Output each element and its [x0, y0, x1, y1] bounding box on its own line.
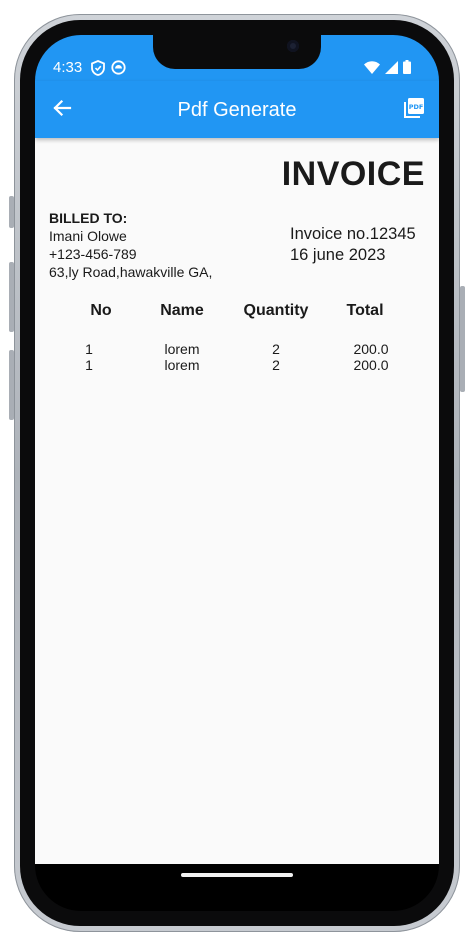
table-row: 1 lorem 2 200.0 [35, 341, 439, 357]
header-quantity: Quantity [243, 302, 309, 319]
app-bar: Pdf Generate PDF [35, 81, 439, 138]
invoice-number: Invoice no.12345 [290, 225, 416, 243]
header-name: Name [160, 302, 204, 319]
pdf-icon: PDF [403, 97, 425, 124]
cell-signal-icon [385, 60, 398, 79]
battery-icon [403, 60, 411, 79]
row-no: 1 [85, 341, 93, 357]
status-time: 4:33 [53, 59, 83, 76]
status-left-icons [91, 60, 126, 81]
items-table: No Name Quantity Total 1 lorem 2 200.0 1… [35, 301, 439, 373]
row-name: lorem [164, 357, 200, 373]
row-quantity: 2 [272, 357, 280, 373]
customer-phone: +123-456-789 [49, 246, 137, 262]
circle-app-icon [111, 60, 126, 81]
invoice-date: 16 june 2023 [290, 246, 386, 264]
table-header-row: No Name Quantity Total [35, 301, 439, 341]
front-camera [287, 40, 299, 52]
device-page: 4:33 Pdf Generate PDF INVOICE BILLED TO:… [0, 0, 474, 945]
status-right-icons [364, 60, 411, 79]
row-no: 1 [85, 357, 93, 373]
invoice-preview: INVOICE BILLED TO: Imani Olowe +123-456-… [35, 138, 439, 864]
table-row: 1 lorem 2 200.0 [35, 357, 439, 373]
row-total: 200.0 [353, 357, 389, 373]
volume-down-button [9, 350, 14, 420]
customer-address: 63,ly Road,hawakville GA, [49, 264, 213, 280]
header-total: Total [346, 302, 384, 319]
volume-up-button [9, 262, 14, 332]
header-no: No [90, 302, 112, 319]
generate-pdf-button[interactable]: PDF [401, 97, 427, 123]
wifi-icon [364, 60, 380, 79]
shield-icon [91, 60, 105, 81]
customer-name: Imani Olowe [49, 228, 127, 244]
app-title: Pdf Generate [177, 99, 297, 121]
invoice-heading: INVOICE [281, 155, 425, 193]
invoice-meta: Invoice no.12345 16 june 2023 [290, 224, 416, 266]
camera-notch [153, 35, 321, 69]
billed-to-block: BILLED TO: Imani Olowe +123-456-789 63,l… [49, 209, 212, 281]
svg-text:PDF: PDF [409, 103, 424, 111]
row-quantity: 2 [272, 341, 280, 357]
billed-to-label: BILLED TO: [49, 210, 128, 226]
home-indicator[interactable] [181, 873, 293, 877]
screen: 4:33 Pdf Generate PDF INVOICE BILLED TO:… [35, 35, 439, 911]
row-total: 200.0 [353, 341, 389, 357]
mute-switch [9, 196, 14, 228]
power-button [460, 286, 465, 392]
row-name: lorem [164, 341, 200, 357]
